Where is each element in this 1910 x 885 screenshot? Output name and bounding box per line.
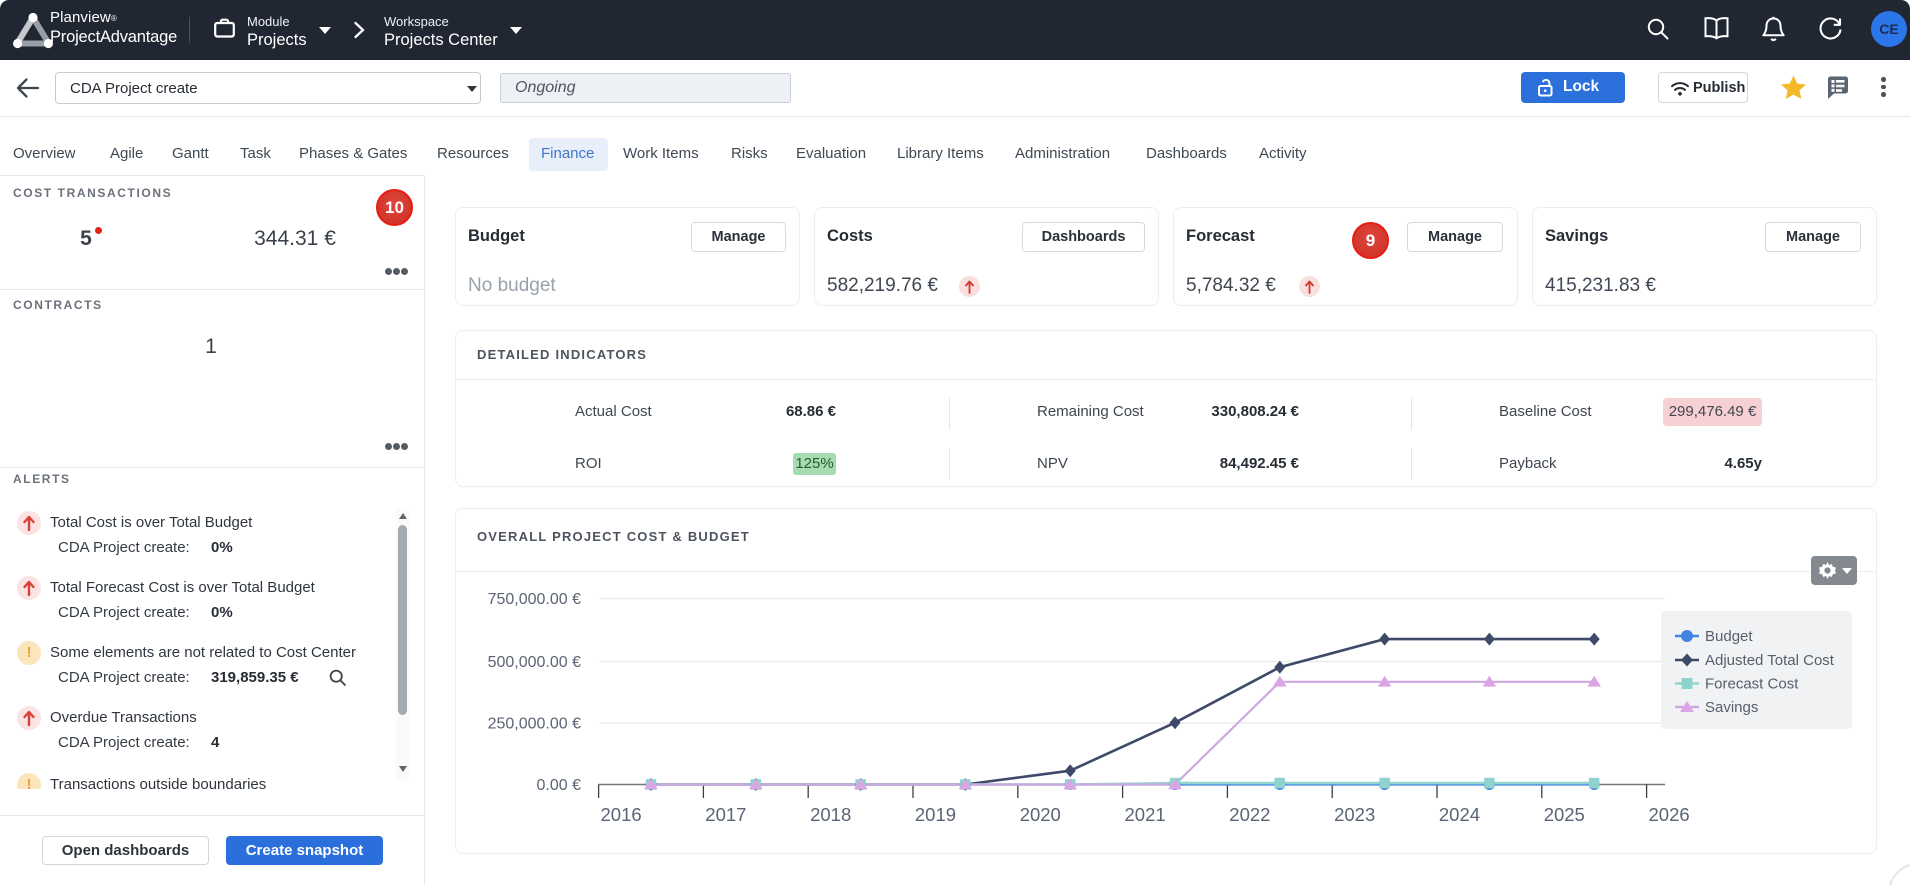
svg-text:2018: 2018 [810,804,851,825]
svg-text:Savings: Savings [1705,699,1758,716]
svg-text:2021: 2021 [1125,804,1166,825]
svg-text:750,000.00 €: 750,000.00 € [488,591,582,608]
svg-text:Forecast Cost: Forecast Cost [1705,676,1799,693]
svg-text:250,000.00 €: 250,000.00 € [488,716,582,733]
svg-text:2019: 2019 [915,804,956,825]
svg-text:0.00 €: 0.00 € [537,777,582,794]
svg-text:Adjusted Total Cost: Adjusted Total Cost [1705,652,1835,669]
svg-text:2026: 2026 [1649,804,1690,825]
svg-text:2023: 2023 [1334,804,1375,825]
svg-text:500,000.00 €: 500,000.00 € [488,654,582,671]
svg-text:2025: 2025 [1544,804,1585,825]
svg-text:2024: 2024 [1439,804,1480,825]
svg-text:2022: 2022 [1229,804,1270,825]
svg-text:2020: 2020 [1020,804,1061,825]
svg-text:2016: 2016 [601,804,642,825]
svg-text:2017: 2017 [705,804,746,825]
svg-text:Budget: Budget [1705,628,1753,645]
